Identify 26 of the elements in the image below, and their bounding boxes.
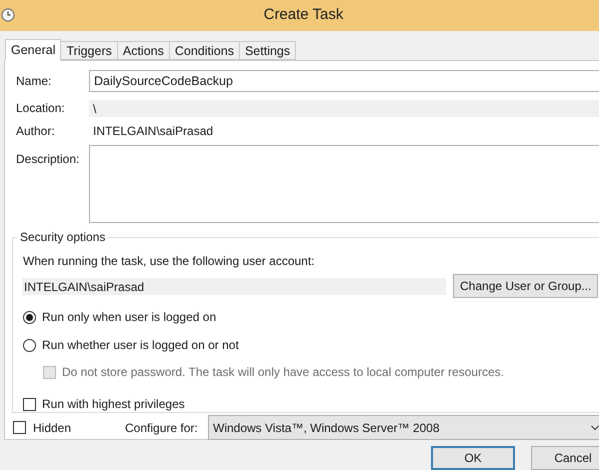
account-prompt: When running the task, use the following user account: <box>23 253 316 270</box>
description-label: Description: <box>16 151 80 168</box>
configure-dropdown[interactable]: Windows Vista™, Windows Server™ 2008 <box>208 415 599 440</box>
author-label: Author: <box>16 123 56 140</box>
tab[interactable]: Settings <box>238 41 296 60</box>
location-value: \ <box>89 100 599 116</box>
option-label: Run whether user is logged on or not <box>42 337 239 354</box>
group-title: Security options <box>17 229 108 245</box>
name-field[interactable]: DailySourceCodeBackup <box>89 70 599 92</box>
tab[interactable]: Conditions <box>168 41 240 60</box>
configure-label: Configure for: <box>125 420 199 436</box>
window-title: Create Task <box>262 5 344 26</box>
tab[interactable]: General <box>5 39 62 61</box>
option-label: Run with highest privileges <box>42 396 185 413</box>
option-label: Run only when user is logged on <box>42 309 216 326</box>
account-value: INTELGAIN\saiPrasad <box>22 278 446 294</box>
location-label: Location: <box>16 100 66 117</box>
tab[interactable]: Triggers <box>60 41 118 60</box>
hidden-label: Hidden <box>33 420 72 436</box>
tab[interactable]: Actions <box>116 41 170 60</box>
author-value: INTELGAIN\saiPrasad <box>92 123 214 140</box>
name-label: Name: <box>16 73 52 90</box>
dialog-button[interactable]: Cancel <box>531 446 599 470</box>
dialog-button[interactable]: OK <box>431 446 515 470</box>
option-label: Do not store password. The task will only have access to local computer resources. <box>62 364 504 381</box>
change-user-button[interactable]: Change User or Group... <box>453 274 598 298</box>
